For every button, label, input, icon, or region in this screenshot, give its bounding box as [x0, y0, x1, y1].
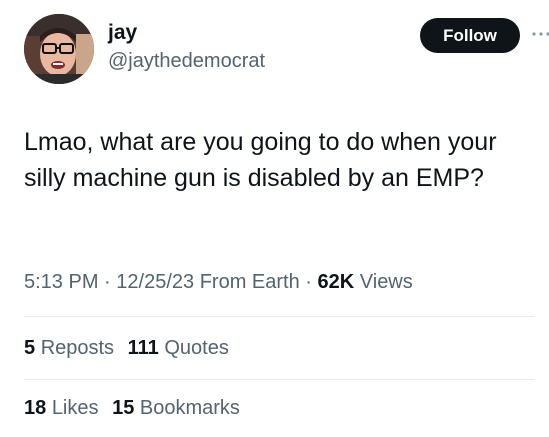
author-names: jay @jaythedemocrat — [108, 20, 265, 74]
likes-label: Likes — [51, 397, 99, 419]
tweet-card: jay @jaythedemocrat Follow Lmao, what ar… — [0, 0, 549, 437]
author-display-name[interactable]: jay — [108, 20, 265, 46]
meta-separator: · — [305, 271, 318, 293]
tweet-date[interactable]: 12/25/23 — [116, 271, 194, 293]
bookmarks-stat[interactable]: 15 Bookmarks — [112, 394, 240, 422]
reposts-stat[interactable]: 5 Reposts — [24, 334, 114, 362]
reposts-count: 5 — [24, 337, 36, 359]
follow-button[interactable]: Follow — [420, 18, 520, 53]
tweet-header: jay @jaythedemocrat Follow — [24, 14, 549, 84]
meta-separator: · — [104, 271, 117, 293]
avatar[interactable] — [24, 14, 94, 84]
tweet-meta: 5:13 PM · 12/25/23 From Earth · 62K View… — [24, 268, 413, 296]
tweet-text: Lmao, what are you going to do when your… — [24, 128, 497, 192]
quotes-count: 111 — [127, 337, 159, 359]
stats-row-reposts-quotes: 5 Reposts 111 Quotes — [24, 334, 237, 362]
reposts-label: Reposts — [40, 337, 115, 359]
stats-row-likes-bookmarks: 18 Likes 15 Bookmarks — [24, 394, 248, 422]
likes-count: 18 — [24, 397, 47, 419]
divider — [24, 379, 534, 380]
avatar-photo — [24, 14, 94, 84]
views-label: Views — [359, 271, 413, 293]
quotes-stat[interactable]: 111 Quotes — [128, 334, 229, 362]
tweet-location: From Earth — [199, 271, 300, 293]
more-horizontal-icon[interactable] — [531, 26, 549, 42]
bookmarks-count: 15 — [112, 397, 135, 419]
author-handle[interactable]: @jaythedemocrat — [108, 48, 265, 74]
bookmarks-label: Bookmarks — [139, 397, 240, 419]
divider — [24, 316, 534, 317]
quotes-label: Quotes — [164, 337, 229, 359]
likes-stat[interactable]: 18 Likes — [24, 394, 99, 422]
tweet-time[interactable]: 5:13 PM — [24, 271, 98, 293]
views-count: 62K — [317, 271, 355, 293]
